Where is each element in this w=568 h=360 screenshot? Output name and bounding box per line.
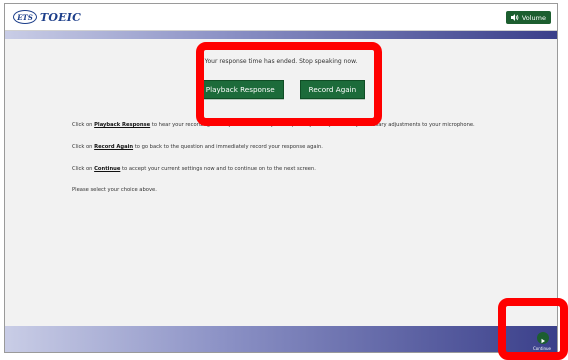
record-again-button[interactable]: Record Again	[299, 80, 366, 99]
continue-link[interactable]: Continue	[94, 166, 120, 172]
instruction-text: to hear your recording. Once you have he…	[150, 122, 475, 128]
main-content: Your response time has ended. Stop speak…	[5, 40, 557, 326]
instruction-text: Click on	[72, 166, 95, 172]
play-arrow-icon	[540, 329, 546, 348]
instruction-text: to go back to the question and immediate…	[133, 144, 323, 150]
continue-button[interactable]	[537, 332, 549, 344]
bottom-gradient-band: Continue	[5, 326, 557, 352]
select-choice-prompt: Please select your choice above.	[72, 187, 157, 193]
instruction-text: to accept your current settings now and …	[120, 166, 316, 172]
playback-response-link[interactable]: Playback Response	[94, 122, 150, 128]
instruction-continue: Click on Continue to accept your current…	[72, 166, 316, 172]
instruction-text: Click on	[72, 122, 95, 128]
top-gradient-band	[5, 31, 557, 39]
instruction-text: Click on	[72, 144, 95, 150]
record-again-link[interactable]: Record Again	[94, 144, 133, 150]
ets-logo-badge: ETS	[13, 10, 37, 24]
volume-button[interactable]: Volume	[505, 11, 551, 24]
header-bar: ETS TOEIC Volume	[5, 4, 557, 31]
instruction-record: Click on Record Again to go back to the …	[72, 144, 323, 150]
speaker-icon	[510, 14, 519, 21]
toeic-logo-text: TOEIC	[40, 10, 82, 24]
volume-label: Volume	[521, 13, 546, 22]
ets-toeic-logo: ETS TOEIC	[13, 9, 81, 25]
continue-label: Continue	[533, 346, 551, 351]
action-button-row: Playback Response Record Again	[5, 80, 557, 99]
response-ended-message: Your response time has ended. Stop speak…	[204, 58, 358, 65]
test-window: ETS TOEIC Volume Your response time has …	[4, 3, 558, 353]
playback-response-button[interactable]: Playback Response	[196, 80, 284, 99]
instruction-playback: Click on Playback Response to hear your …	[72, 122, 475, 128]
